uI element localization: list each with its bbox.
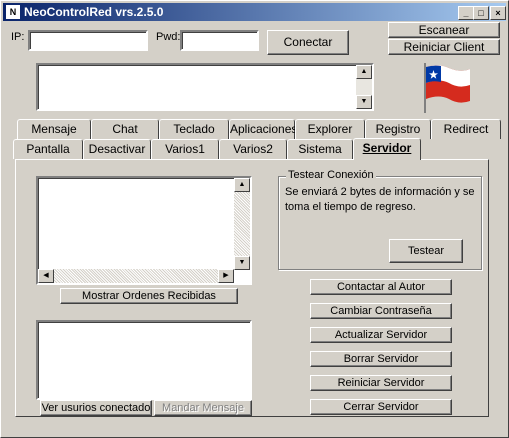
tab-pantalla[interactable]: Pantalla <box>13 139 83 159</box>
tab-varios2[interactable]: Varios2 <box>219 139 287 159</box>
restart-server-button[interactable]: Reiniciar Servidor <box>310 375 452 391</box>
app-icon: N <box>6 5 20 19</box>
tab-registro[interactable]: Registro <box>365 119 431 139</box>
update-server-button[interactable]: Actualizar Servidor <box>310 327 452 343</box>
restart-client-button[interactable]: Reiniciar Client <box>388 39 500 55</box>
orders-listbox[interactable]: ▲ ▼ ◀ ▶ <box>36 176 252 285</box>
test-group-caption: Testear Conexión <box>286 169 376 181</box>
test-description: Se enviará 2 bytes de información y se t… <box>285 186 475 213</box>
pwd-label: Pwd: <box>156 31 181 43</box>
main-window: N NeoControlRed vrs.2.5.0 _ □ × IP: Pwd:… <box>0 0 509 438</box>
tab-sistema[interactable]: Sistema <box>287 139 353 159</box>
tab-chat[interactable]: Chat <box>91 119 159 139</box>
contact-author-button[interactable]: Contactar al Autor <box>310 279 452 295</box>
change-password-button[interactable]: Cambiar Contraseña <box>310 303 452 319</box>
tab-varios1[interactable]: Varios1 <box>151 139 219 159</box>
view-connected-users-button[interactable]: Ver usurios conectado <box>40 400 152 416</box>
tab-mensaje[interactable]: Mensaje <box>17 119 91 139</box>
scroll-down-icon[interactable]: ▼ <box>234 256 250 270</box>
ip-label: IP: <box>11 31 25 43</box>
test-button[interactable]: Testear <box>389 239 463 263</box>
chile-flag-icon <box>424 63 470 113</box>
scroll-down-icon[interactable]: ▼ <box>356 95 372 109</box>
close-button[interactable]: × <box>490 6 506 20</box>
tab-servidor[interactable]: Servidor <box>353 138 421 160</box>
scroll-up-icon[interactable]: ▲ <box>234 178 250 192</box>
log-scrollbar[interactable]: ▲ ▼ <box>356 65 372 109</box>
show-orders-button[interactable]: Mostrar Ordenes Recibidas <box>60 288 238 304</box>
scan-button[interactable]: Escanear <box>388 22 500 38</box>
log-textarea[interactable]: ▲ ▼ <box>36 63 374 111</box>
maximize-button[interactable]: □ <box>473 6 489 20</box>
tab-aplicaciones[interactable]: Aplicaciones <box>229 119 297 139</box>
title-bar[interactable]: N NeoControlRed vrs.2.5.0 _ □ × <box>3 3 506 21</box>
orders-vscroll[interactable]: ▲ ▼ <box>234 178 250 270</box>
send-message-button[interactable]: Mandar Mensaje <box>154 400 252 416</box>
tab-desactivar[interactable]: Desactivar <box>83 139 151 159</box>
minimize-button[interactable]: _ <box>458 6 474 20</box>
scroll-up-icon[interactable]: ▲ <box>356 65 372 79</box>
ip-input[interactable] <box>28 30 148 51</box>
delete-server-button[interactable]: Borrar Servidor <box>310 351 452 367</box>
close-server-button[interactable]: Cerrar Servidor <box>310 399 452 415</box>
test-connection-group: Testear Conexión Se enviará 2 bytes de i… <box>278 169 482 270</box>
tab-explorer[interactable]: Explorer <box>295 119 365 139</box>
scroll-left-icon[interactable]: ◀ <box>38 269 54 283</box>
connect-button[interactable]: Conectar <box>267 30 349 55</box>
scroll-right-icon[interactable]: ▶ <box>218 269 234 283</box>
tab-teclado[interactable]: Teclado <box>159 119 229 139</box>
orders-hscroll[interactable]: ◀ ▶ <box>38 269 234 283</box>
window-title: NeoControlRed vrs.2.5.0 <box>24 5 164 19</box>
tab-redirect[interactable]: Redirect <box>431 119 501 139</box>
pwd-input[interactable] <box>180 30 259 51</box>
servidor-panel: ▲ ▼ ◀ ▶ Mostrar Ordenes Recibidas Testea… <box>15 159 489 417</box>
users-listbox[interactable] <box>36 320 252 400</box>
